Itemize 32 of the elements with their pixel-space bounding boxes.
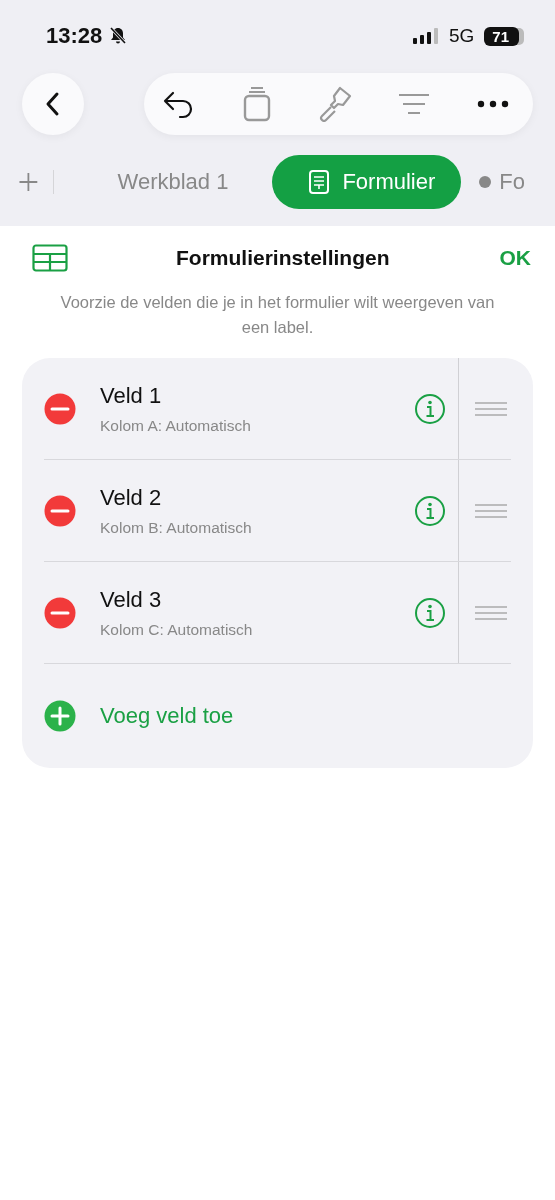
sheet-tab[interactable]: Formulier bbox=[272, 155, 462, 209]
signal-icon bbox=[412, 28, 439, 44]
description: Voorzie de velden die je in het formulier wilt weergeven van een label. bbox=[59, 292, 496, 338]
field-detail: Kolom B: Automatisch bbox=[100, 518, 253, 537]
drag-handle-icon[interactable] bbox=[475, 604, 507, 621]
drag-handle-icon[interactable] bbox=[475, 502, 507, 519]
sheet-title: Formulierinstellingen bbox=[176, 246, 390, 270]
info-icon[interactable] bbox=[414, 596, 446, 629]
paintbrush-icon[interactable] bbox=[317, 86, 352, 122]
field-name: Veld 2 bbox=[100, 484, 163, 511]
sheet-tab[interactable]: Fo bbox=[469, 155, 555, 209]
field-name: Veld 3 bbox=[100, 586, 163, 613]
drag-handle-icon[interactable] bbox=[475, 400, 507, 417]
ok-button[interactable]: OK bbox=[497, 246, 533, 270]
field-detail: Kolom C: Automatisch bbox=[100, 620, 254, 639]
remove-icon[interactable] bbox=[44, 494, 76, 527]
info-icon[interactable] bbox=[414, 494, 446, 527]
add-icon[interactable] bbox=[44, 700, 76, 732]
status-time: 13:28 bbox=[46, 23, 103, 49]
layers-icon[interactable] bbox=[241, 86, 272, 122]
info-icon[interactable] bbox=[414, 392, 446, 425]
filter-lines-icon[interactable] bbox=[397, 92, 432, 116]
network-label: 5G bbox=[448, 25, 475, 47]
field-name: Veld 1 bbox=[100, 382, 163, 409]
add-field-button[interactable]: Voeg veld toe bbox=[100, 703, 234, 729]
field-detail: Kolom A: Automatisch bbox=[100, 416, 252, 435]
more-icon[interactable] bbox=[477, 100, 509, 108]
table-icon[interactable] bbox=[32, 244, 68, 272]
remove-icon[interactable] bbox=[44, 596, 76, 629]
remove-icon[interactable] bbox=[44, 392, 76, 425]
sheet-tab[interactable]: Werkblad 1 bbox=[107, 155, 259, 209]
form-icon bbox=[308, 169, 331, 195]
